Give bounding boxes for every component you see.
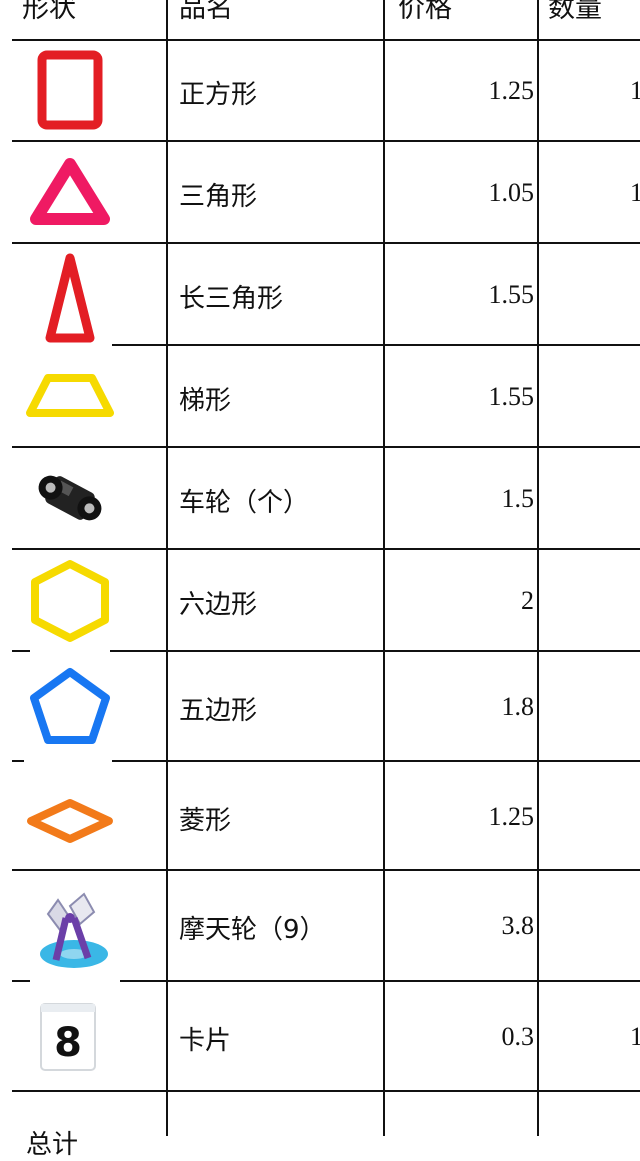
red-tall-triangle-frame-icon — [20, 252, 120, 344]
item-price: 1.55 — [488, 382, 535, 411]
table-row: 六边形 2 — [0, 550, 640, 650]
header-name: 品名 — [179, 0, 233, 24]
table-row: 三角形 1.05 1 — [0, 142, 640, 242]
blue-pentagon-frame-icon — [20, 652, 120, 760]
item-name: 正方形 — [179, 80, 258, 110]
table-row: 正方形 1.25 1 — [0, 40, 640, 140]
price-table: 形状 品名 价格 数量 正方形 1.25 1 三角形 1.05 1 长三角形 1… — [0, 0, 640, 1160]
item-price: 3.8 — [501, 911, 535, 940]
item-price: 1.55 — [488, 280, 535, 309]
header-shape: 形状 — [22, 0, 76, 24]
row-divider — [12, 1090, 640, 1092]
item-price: 0.3 — [501, 1022, 535, 1051]
item-name: 长三角形 — [179, 284, 284, 314]
item-quantity: 1 — [630, 1022, 640, 1051]
number-card-8-icon: 8 — [20, 982, 120, 1090]
table-row: 梯形 1.55 — [0, 346, 640, 446]
item-name: 三角形 — [179, 182, 258, 212]
item-price: 1.05 — [488, 178, 535, 207]
table-row: 菱形 1.25 — [0, 762, 640, 869]
item-price: 1.25 — [488, 802, 535, 831]
item-name: 卡片 — [179, 1026, 232, 1056]
item-price: 1.25 — [488, 76, 535, 105]
header-quantity: 数量 — [548, 0, 602, 24]
item-quantity: 1 — [630, 76, 640, 105]
item-name: 车轮（个） — [179, 488, 310, 518]
ferris-wheel-kit-icon — [20, 879, 120, 980]
item-name: 菱形 — [179, 806, 232, 836]
total-label: 总计 — [26, 1130, 79, 1160]
item-price: 1.5 — [501, 484, 535, 513]
item-price: 2 — [521, 586, 534, 615]
pink-triangle-frame-icon — [20, 142, 120, 242]
header-price: 价格 — [398, 0, 452, 24]
svg-text:8: 8 — [54, 1020, 82, 1066]
item-price: 1.8 — [501, 692, 535, 721]
red-square-frame-icon — [20, 40, 120, 140]
table-row: 摩天轮（9） 3.8 — [0, 871, 640, 980]
item-name: 六边形 — [179, 590, 258, 620]
orange-rhombus-frame-icon — [20, 772, 120, 869]
item-name: 摩天轮（9） — [179, 915, 326, 945]
table-row: 五边形 1.8 — [0, 652, 640, 760]
table-row: 长三角形 1.55 — [0, 244, 640, 344]
yellow-hexagon-frame-icon — [20, 552, 120, 650]
item-quantity: 1 — [630, 178, 640, 207]
black-wheel-base-icon — [20, 448, 120, 548]
yellow-trapezoid-frame-icon — [20, 346, 120, 446]
table-row: 车轮（个） 1.5 — [0, 448, 640, 548]
item-name: 五边形 — [179, 696, 258, 726]
table-row: 8 卡片 0.3 1 — [0, 982, 640, 1090]
item-name: 梯形 — [179, 386, 232, 416]
